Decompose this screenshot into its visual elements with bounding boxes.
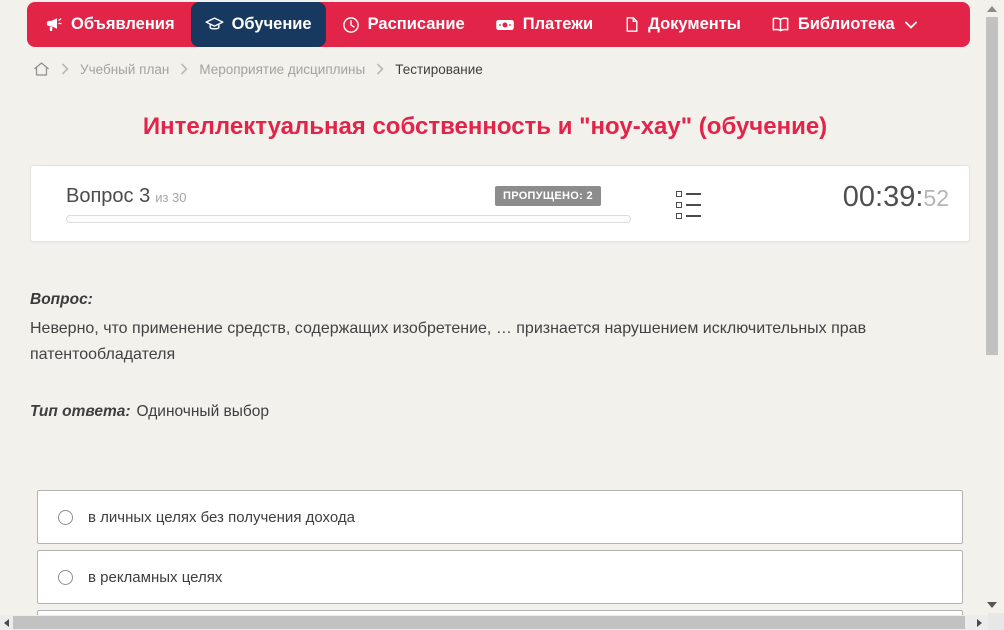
nav-item-library[interactable]: Библиотека — [757, 2, 931, 47]
nav-item-label: Обучение — [231, 15, 312, 33]
answer-type-label: Тип ответа: — [30, 403, 131, 420]
nav-item-label: Библиотека — [797, 15, 895, 33]
timer-hours-minutes: 00:39: — [842, 181, 924, 213]
banknote-icon — [495, 15, 515, 35]
scroll-right-arrow-icon[interactable] — [977, 619, 982, 627]
question-list-row — [676, 202, 702, 208]
breadcrumb-curriculum[interactable]: Учебный план — [80, 62, 169, 77]
question-number-label: Вопрос 3 — [66, 185, 151, 207]
nav-item-label: Платежи — [522, 15, 594, 33]
question-label: Вопрос: — [30, 291, 93, 308]
page-title: Интеллектуальная собственность и "ноу-ха… — [142, 113, 828, 140]
question-list-icon[interactable] — [676, 191, 702, 219]
chevron-down-icon — [904, 21, 917, 29]
nav-item-payments[interactable]: Платежи — [481, 2, 607, 47]
answer-type-value: Одиночный выбор — [136, 403, 270, 420]
document-icon — [623, 16, 640, 33]
breadcrumb: Учебный план Мероприятие дисциплины Тест… — [33, 61, 483, 77]
vertical-scrollbar[interactable] — [984, 0, 1000, 613]
radio-button[interactable] — [58, 509, 73, 525]
megaphone-icon — [45, 16, 63, 34]
chevron-right-icon — [61, 63, 69, 75]
question-of-label: из 30 — [155, 190, 187, 205]
scroll-down-arrow-icon[interactable] — [987, 602, 997, 608]
nav-item-label: Документы — [648, 15, 741, 33]
answer-option-label: в рекламных целях — [88, 568, 223, 586]
chevron-right-icon — [180, 63, 188, 75]
timer: 00:39:52 — [843, 181, 949, 214]
question-number: Вопрос 3 из 30 — [66, 185, 187, 208]
scroll-left-arrow-icon[interactable] — [4, 619, 9, 627]
nav-item-education[interactable]: Обучение — [190, 2, 326, 47]
answer-option[interactable]: в рекламных целях — [37, 550, 963, 604]
answer-option[interactable]: в личных целях без получения дохода — [37, 490, 963, 544]
question-progress-bar — [66, 215, 631, 223]
skipped-badge: ПРОПУЩЕНО: 2 — [495, 186, 601, 206]
nav-item-documents[interactable]: Документы — [609, 2, 755, 47]
horizontal-scrollbar-thumb[interactable] — [13, 616, 965, 629]
home-icon[interactable] — [33, 61, 50, 77]
timer-seconds: 52 — [923, 185, 949, 211]
answer-option-label: в личных целях без получения дохода — [88, 508, 355, 526]
question-list-row — [676, 213, 702, 219]
nav-item-schedule[interactable]: Расписание — [328, 2, 479, 47]
vertical-scrollbar-thumb[interactable] — [986, 17, 998, 355]
question-text: Неверно, что применение средств, содержа… — [30, 320, 867, 363]
open-book-icon — [771, 15, 790, 34]
breadcrumb-testing: Тестирование — [395, 61, 483, 77]
clock-icon — [342, 16, 360, 34]
answer-type-row: Тип ответа: Одиночный выбор — [30, 403, 269, 421]
radio-button[interactable] — [58, 569, 73, 585]
nav-item-announcements[interactable]: Объявления — [31, 2, 189, 47]
scrollbar-corner — [988, 613, 1004, 630]
question-header-card: Вопрос 3 из 30 ПРОПУЩЕНО: 2 00:39:52 — [30, 165, 970, 242]
graduation-cap-icon — [205, 15, 224, 34]
scroll-up-arrow-icon[interactable] — [987, 6, 997, 12]
nav-item-label: Расписание — [367, 15, 465, 33]
main-navbar: Объявления Обучение Расписание Платежи Д… — [27, 2, 970, 47]
nav-item-label: Объявления — [71, 15, 175, 33]
chevron-right-icon — [376, 63, 384, 75]
breadcrumb-discipline-event[interactable]: Мероприятие дисциплины — [199, 62, 365, 77]
horizontal-scrollbar[interactable] — [0, 615, 988, 630]
question-list-row — [676, 191, 702, 197]
